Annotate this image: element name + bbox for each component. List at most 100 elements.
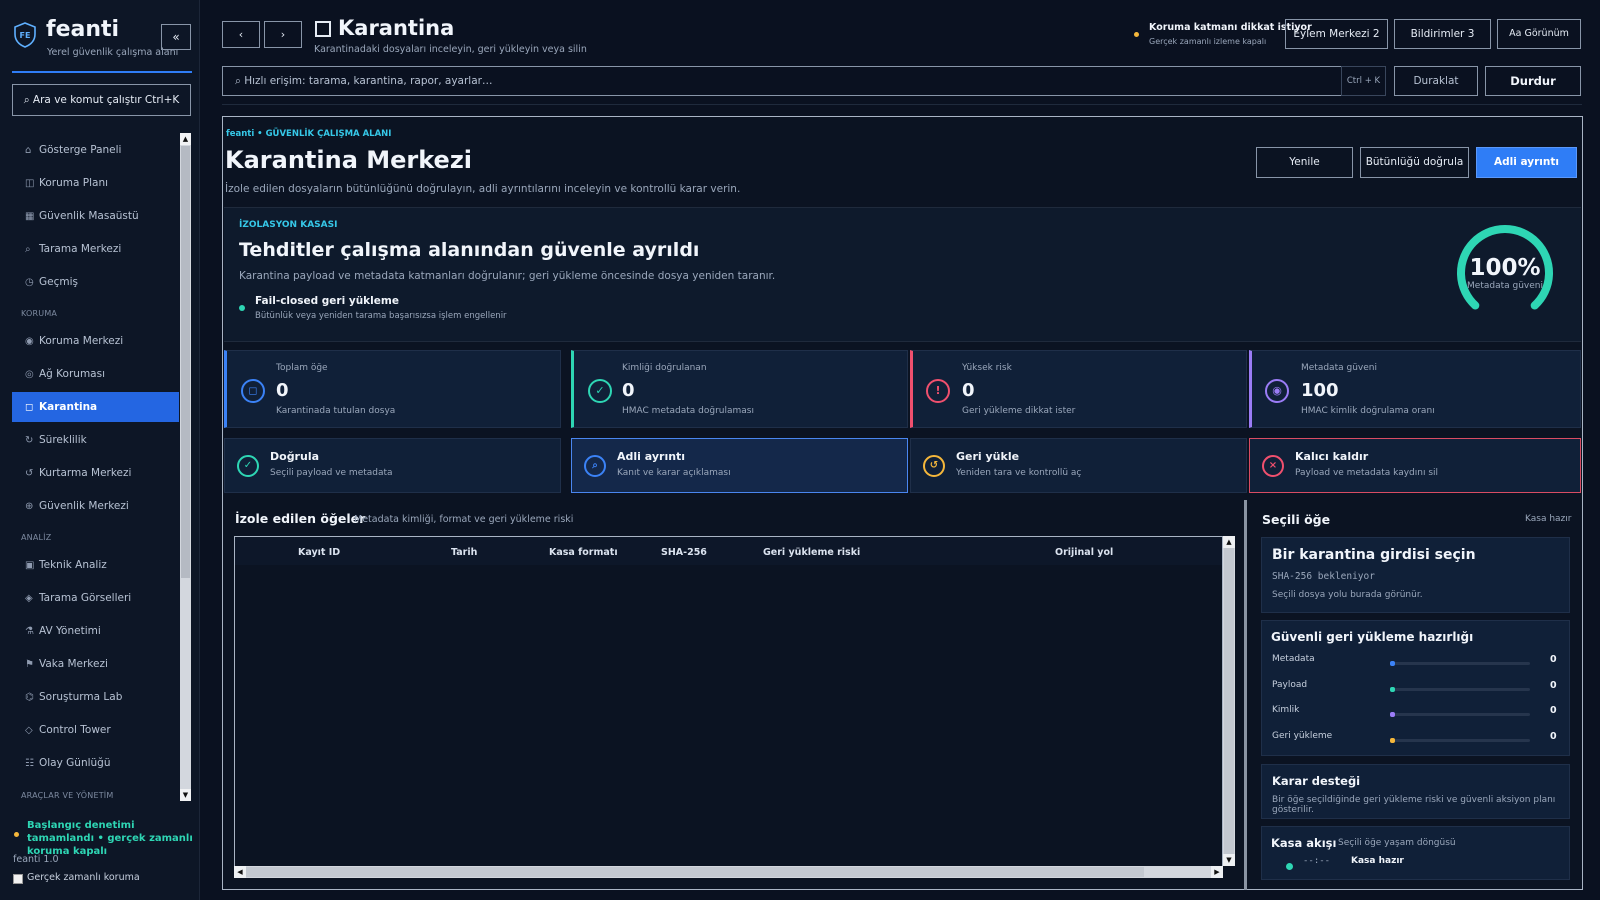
refresh-icon: ↻ [25, 435, 34, 446]
target-icon: ◉ [1265, 379, 1289, 403]
verify-action-card[interactable] [224, 438, 561, 493]
sidebar-item-security-desktop[interactable]: ▦ Güvenlik Masaüstü [12, 201, 179, 231]
sidebar-item-label: Gösterge Paneli [39, 144, 122, 156]
scroll-down-icon[interactable]: ▼ [180, 789, 191, 801]
readiness-bar-fill [1390, 661, 1395, 666]
panel-splitter[interactable] [1244, 500, 1247, 890]
column-header-original-path[interactable]: Orijinal yol [1055, 547, 1113, 558]
file-path-placeholder: Seçili dosya yolu burada görünür. [1272, 590, 1423, 600]
page-subtitle: İzole edilen dosyaların bütünlüğünü doğr… [225, 183, 741, 195]
clock-icon: ◷ [25, 277, 34, 288]
crosshair-icon: ⊕ [25, 501, 34, 512]
stat-card-total [224, 350, 561, 428]
sidebar-item-case-center[interactable]: ⚑ Vaka Merkezi [12, 649, 179, 679]
header-title: Karantina [338, 16, 455, 40]
sidebar-item-label: AV Yönetimi [39, 625, 101, 637]
protection-alert-subtitle: Gerçek zamanlı izleme kapalı [1149, 37, 1267, 46]
tower-icon: ◇ [25, 725, 33, 736]
delete-action-card[interactable] [1249, 438, 1581, 493]
quick-access-search-input[interactable]: ⌕ Hızlı erişim: tarama, karantina, rapor… [222, 66, 1342, 96]
column-header-sha256[interactable]: SHA-256 [661, 547, 707, 558]
stat-value: 0 [622, 380, 635, 401]
scroll-right-icon[interactable]: ▶ [1211, 866, 1223, 878]
action-title: Geri yükle [956, 450, 1020, 463]
vault-status: Kasa hazır [1525, 514, 1572, 524]
notifications-button[interactable]: Bildirimler 3 [1394, 19, 1491, 49]
back-button[interactable]: ‹ [222, 21, 260, 48]
list-icon: ☷ [25, 758, 34, 769]
verify-integrity-button[interactable]: Bütünlüğü doğrula [1360, 147, 1469, 178]
sidebar-item-scan-visuals[interactable]: ◈ Tarama Görselleri [12, 583, 179, 613]
sidebar-item-label: Control Tower [39, 724, 111, 736]
sidebar-item-protection-center[interactable]: ◉ Koruma Merkezi [12, 326, 179, 356]
restore-action-card[interactable] [910, 438, 1247, 493]
sidebar-item-history[interactable]: ◷ Geçmiş [12, 267, 179, 297]
sidebar-item-investigation-lab[interactable]: ⌬ Soruşturma Lab [12, 682, 179, 712]
radar-icon: ◉ [25, 336, 34, 347]
sidebar-item-event-log[interactable]: ☷ Olay Günlüğü [12, 748, 179, 778]
forward-button[interactable]: › [264, 21, 302, 48]
scroll-left-icon[interactable]: ◀ [234, 866, 246, 878]
refresh-button[interactable]: Yenile [1256, 147, 1353, 178]
sidebar-item-av-management[interactable]: ⚗ AV Yönetimi [12, 616, 179, 646]
table-vertical-scrollbar-thumb[interactable] [1224, 548, 1234, 854]
realtime-protection-checkbox[interactable] [13, 874, 23, 884]
action-center-button[interactable]: Eylem Merkezi 2 [1285, 19, 1388, 49]
sidebar-item-network-protection[interactable]: ◎ Ağ Koruması [12, 359, 179, 389]
home-icon: ⌂ [25, 145, 32, 156]
readiness-bar [1390, 687, 1530, 692]
sidebar-item-continuity[interactable]: ↻ Süreklilik [12, 425, 179, 455]
shield-logo-icon: FE [14, 22, 36, 48]
sidebar-item-protection-plan[interactable]: ◫ Koruma Planı [12, 168, 179, 198]
column-header-vault-format[interactable]: Kasa formatı [549, 547, 618, 558]
forensic-action-card[interactable] [571, 438, 908, 493]
table-horizontal-scrollbar-thumb[interactable] [246, 867, 1144, 877]
hero-tag: İZOLASYON KASASI [239, 220, 338, 230]
action-subtitle: Seçili payload ve metadata [270, 468, 393, 478]
plan-icon: ◫ [25, 178, 35, 189]
pause-button[interactable]: Duraklat [1394, 66, 1478, 96]
column-header-restore-risk[interactable]: Geri yükleme riski [763, 547, 860, 558]
stop-button[interactable]: Durdur [1485, 66, 1581, 96]
feature-status-dot [239, 305, 245, 311]
readiness-bar-fill [1390, 738, 1395, 743]
gauge-value: 100% [1469, 255, 1541, 281]
sidebar-item-technical-analysis[interactable]: ▣ Teknik Analiz [12, 550, 179, 580]
sidebar-item-control-tower[interactable]: ◇ Control Tower [12, 715, 179, 745]
table-title: İzole edilen öğeler [235, 511, 366, 526]
app-version: feanti 1.0 [13, 854, 59, 865]
sidebar-item-quarantine[interactable]: ◻ Karantina [12, 392, 179, 422]
sidebar-item-label: Soruşturma Lab [39, 691, 123, 703]
stat-subtitle: HMAC kimlik doğrulama oranı [1301, 406, 1435, 416]
section-label-protection: KORUMA [21, 309, 58, 318]
sidebar-item-scan-center[interactable]: ⌕ Tarama Merkezi [12, 234, 179, 264]
alert-dot [1134, 32, 1139, 37]
sidebar-item-label: Tarama Merkezi [39, 243, 122, 255]
stat-value: 100 [1301, 380, 1339, 401]
readiness-value: 0 [1550, 705, 1557, 716]
scroll-up-icon[interactable]: ▲ [1223, 536, 1235, 548]
sidebar-item-label: Tarama Görselleri [39, 592, 132, 604]
quarantine-table[interactable] [234, 536, 1223, 870]
select-entry-title: Bir karantina girdisi seçin [1272, 547, 1476, 563]
sidebar-item-recovery-center[interactable]: ↺ Kurtarma Merkezi [12, 458, 179, 488]
hero-title: Tehditler çalışma alanından güvenle ayrı… [239, 239, 700, 261]
hero-feature-title: Fail-closed geri yükleme [255, 295, 399, 307]
readiness-value: 0 [1550, 680, 1557, 691]
command-search-button[interactable]: ⌕ Ara ve komut çalıştır Ctrl+K [12, 84, 191, 116]
forensic-detail-button[interactable]: Adli ayrıntı [1476, 147, 1577, 178]
sidebar-item-security-center[interactable]: ⊕ Güvenlik Merkezi [12, 491, 179, 521]
undo-icon: ↺ [25, 468, 34, 479]
column-header-record-id[interactable]: Kayıt ID [298, 547, 340, 558]
sidebar-scrollbar-thumb[interactable] [181, 146, 190, 578]
collapse-sidebar-button[interactable]: « [161, 24, 191, 50]
action-subtitle: Payload ve metadata kaydını sil [1295, 468, 1439, 478]
breadcrumb: feanti • GÜVENLİK ÇALIŞMA ALANI [226, 129, 392, 139]
scroll-down-icon[interactable]: ▼ [1223, 854, 1235, 866]
column-header-date[interactable]: Tarih [451, 547, 477, 558]
scroll-up-icon[interactable]: ▲ [180, 133, 191, 145]
view-button[interactable]: Aa Görünüm [1497, 19, 1581, 49]
readiness-label: Kimlik [1272, 705, 1300, 715]
box-icon: ◻ [25, 402, 34, 413]
sidebar-item-dashboard[interactable]: ⌂ Gösterge Paneli [12, 135, 179, 165]
